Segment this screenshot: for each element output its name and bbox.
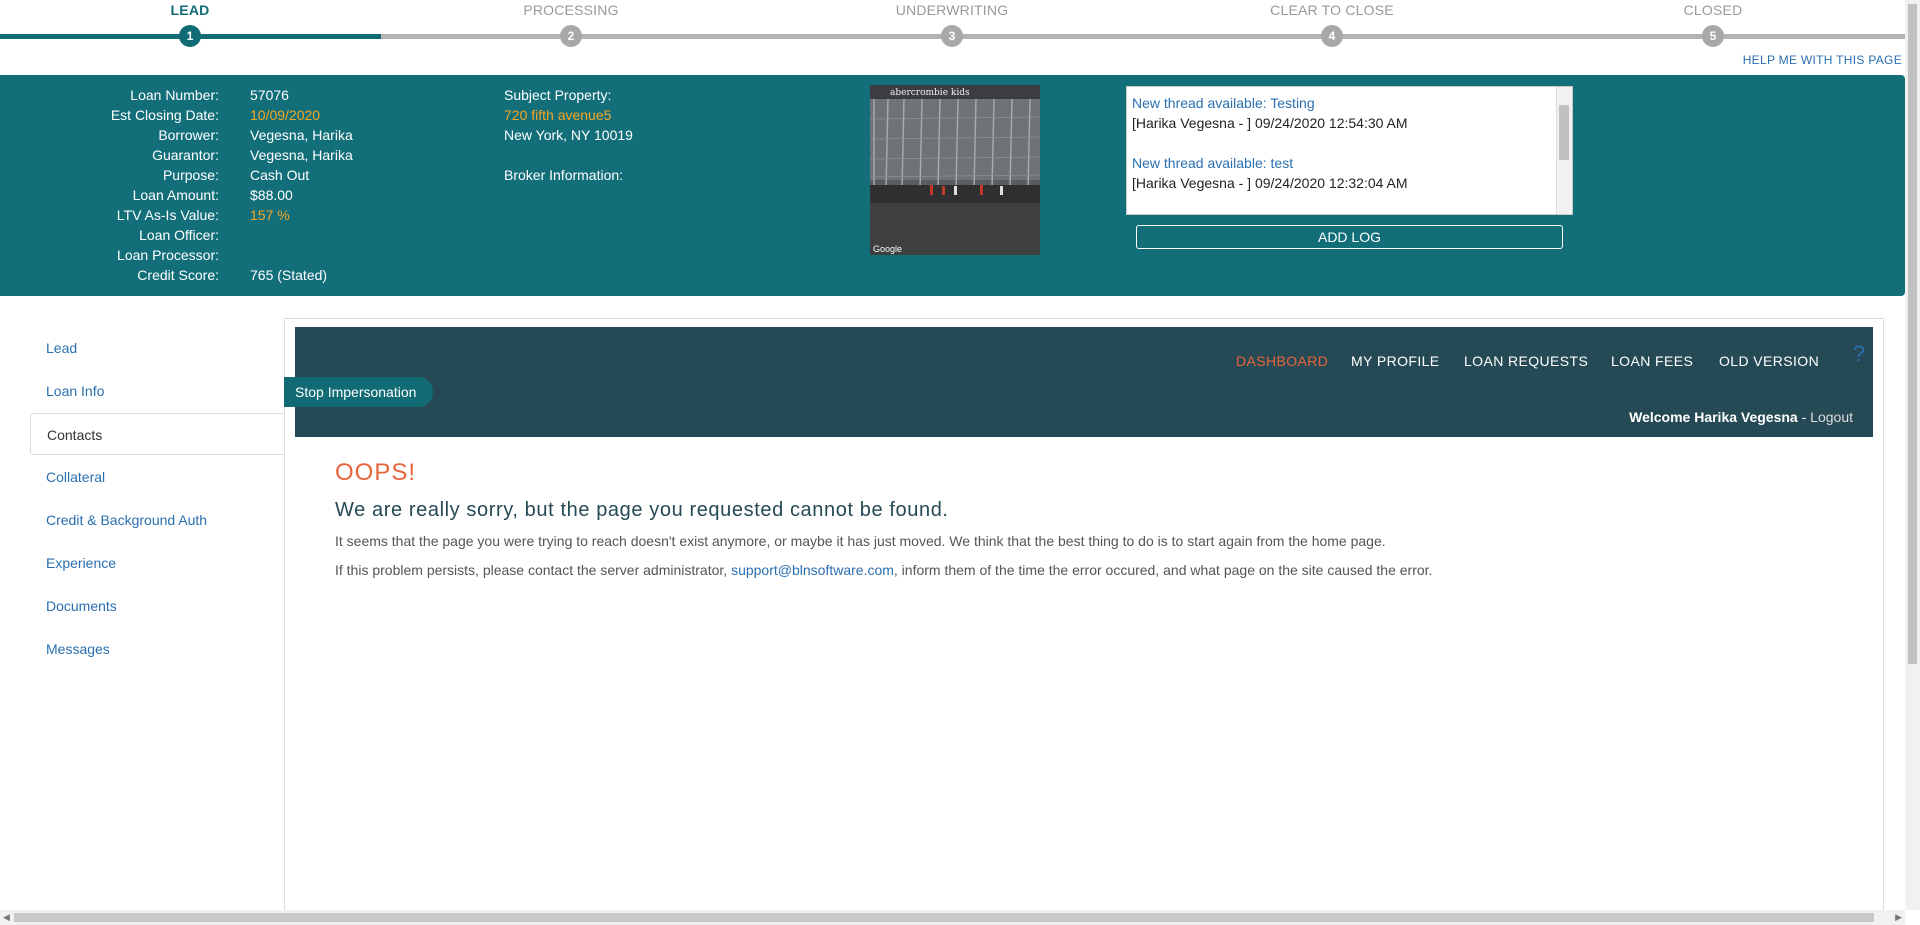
loan-amount-row: Loan Amount: xyxy=(0,185,219,205)
vertical-scrollbar-thumb[interactable] xyxy=(1908,4,1917,664)
purpose-row: Purpose: xyxy=(0,165,219,185)
step-processing[interactable]: PROCESSING 2 xyxy=(441,0,701,47)
est-closing-row: Est Closing Date: xyxy=(0,105,219,125)
welcome-separator: - xyxy=(1797,409,1811,425)
sidebar-item-loan-info[interactable]: Loan Info xyxy=(30,370,284,412)
step-number: 4 xyxy=(1321,25,1343,47)
error-oops-heading: OOPS! xyxy=(335,459,417,486)
vertical-scrollbar[interactable] xyxy=(1905,0,1920,910)
property-address-line1[interactable]: 720 fifth avenue5 xyxy=(504,105,611,125)
borrower-value: Vegesna, Harika xyxy=(250,127,353,143)
step-label: PROCESSING xyxy=(523,2,619,18)
credit-score-row: Credit Score: xyxy=(0,265,219,285)
horizontal-scrollbar[interactable]: ◀ ▶ xyxy=(0,910,1905,925)
error-paragraph-2: If this problem persists, please contact… xyxy=(335,562,1432,578)
error-paragraph-1: It seems that the page you were trying t… xyxy=(335,533,1386,549)
guarantor-value: Vegesna, Harika xyxy=(250,147,353,163)
loan-amount-value: $88.00 xyxy=(250,187,293,203)
purpose-label: Purpose: xyxy=(162,167,219,183)
sidebar-item-documents[interactable]: Documents xyxy=(30,585,284,627)
loan-summary-band: Loan Number: Est Closing Date: Borrower:… xyxy=(0,75,1905,296)
help-question-icon[interactable]: ? xyxy=(1853,341,1865,367)
loan-amount-label: Loan Amount: xyxy=(132,187,219,203)
step-lead[interactable]: LEAD 1 xyxy=(60,0,320,47)
step-label: LEAD xyxy=(170,2,210,18)
nav-old-version[interactable]: OLD VERSION xyxy=(1719,353,1819,369)
log-scrollbar[interactable] xyxy=(1556,87,1572,214)
welcome-text: Welcome Harika Vegesna xyxy=(1629,409,1798,425)
sidebar-item-experience[interactable]: Experience xyxy=(30,542,284,584)
log-entry-title[interactable]: New thread available: Testing xyxy=(1127,93,1572,113)
credit-score-label: Credit Score: xyxy=(137,267,219,283)
error-paragraph-2-start: If this problem persists, please contact… xyxy=(335,562,732,578)
sidebar-item-collateral[interactable]: Collateral xyxy=(30,456,284,498)
log-entry-title[interactable]: New thread available: test xyxy=(1127,153,1572,173)
step-label: CLOSED xyxy=(1683,2,1743,18)
stop-impersonation-button[interactable]: Stop Impersonation xyxy=(284,377,434,407)
loan-processor-label: Loan Processor: xyxy=(117,247,219,263)
step-label: UNDERWRITING xyxy=(895,2,1009,18)
street-view-image[interactable]: abercrombie kids Google xyxy=(870,85,1040,255)
sidebar-item-credit-background-auth[interactable]: Credit & Background Auth xyxy=(30,499,284,541)
sidebar-item-messages[interactable]: Messages xyxy=(30,628,284,670)
subject-property-label: Subject Property: xyxy=(504,87,612,103)
log-entry-meta: [Harika Vegesna - ] 09/24/2020 12:32:04 … xyxy=(1132,175,1408,191)
top-navigation-bar: DASHBOARD MY PROFILE LOAN REQUESTS LOAN … xyxy=(295,327,1873,437)
welcome-area: Welcome Harika Vegesna - Logout xyxy=(1629,409,1853,425)
log-scrollbar-thumb[interactable] xyxy=(1559,105,1569,160)
horizontal-scrollbar-thumb[interactable] xyxy=(14,913,1874,922)
est-closing-label: Est Closing Date: xyxy=(110,107,219,123)
activity-log-box[interactable]: New thread available: Testing [Harika Ve… xyxy=(1126,86,1573,215)
est-closing-value: 10/09/2020 xyxy=(250,107,321,123)
credit-score-value: 765 (Stated) xyxy=(250,267,328,283)
loan-officer-label: Loan Officer: xyxy=(139,227,219,243)
scroll-right-arrow-icon[interactable]: ▶ xyxy=(1895,912,1902,923)
ltv-value: 157 % xyxy=(250,207,290,223)
borrower-label: Borrower: xyxy=(158,127,219,143)
log-entry-meta: [Harika Vegesna - ] 09/24/2020 12:54:30 … xyxy=(1132,115,1408,131)
step-closed[interactable]: CLOSED 5 xyxy=(1583,0,1843,47)
progress-steps: LEAD 1 PROCESSING 2 UNDERWRITING 3 CLEAR… xyxy=(0,0,1905,62)
error-headline: We are really sorry, but the page you re… xyxy=(335,499,949,521)
step-number: 1 xyxy=(179,25,201,47)
loan-officer-row: Loan Officer: xyxy=(0,225,219,245)
add-log-button[interactable]: ADD LOG xyxy=(1136,225,1563,249)
nav-loan-fees[interactable]: LOAN FEES xyxy=(1611,353,1693,369)
broker-information-label: Broker Information: xyxy=(504,167,624,183)
loan-number-value: 57076 xyxy=(250,87,289,103)
nav-my-profile[interactable]: MY PROFILE xyxy=(1351,353,1440,369)
loan-processor-row: Loan Processor: xyxy=(0,245,219,265)
logout-link[interactable]: Logout xyxy=(1810,409,1853,425)
ltv-label: LTV As-Is Value: xyxy=(116,207,219,223)
support-email-link[interactable]: support@blnsoftware.com xyxy=(731,562,894,578)
ltv-row: LTV As-Is Value: xyxy=(0,205,219,225)
property-address-line2: New York, NY 10019 xyxy=(504,127,633,143)
guarantor-label: Guarantor: xyxy=(152,147,219,163)
sidebar-item-contacts[interactable]: Contacts xyxy=(30,413,284,455)
loan-number-label: Loan Number: xyxy=(130,87,219,103)
help-me-link[interactable]: HELP ME WITH THIS PAGE xyxy=(1743,53,1902,67)
step-number: 3 xyxy=(941,25,963,47)
step-label: CLEAR TO CLOSE xyxy=(1270,2,1394,18)
purpose-value: Cash Out xyxy=(250,167,310,183)
photo-sign-text: abercrombie kids xyxy=(890,88,970,98)
step-number: 2 xyxy=(560,25,582,47)
nav-loan-requests[interactable]: LOAN REQUESTS xyxy=(1464,353,1588,369)
step-underwriting[interactable]: UNDERWRITING 3 xyxy=(822,0,1082,47)
borrower-row: Borrower: xyxy=(0,125,219,145)
error-paragraph-2-end: , inform them of the time the error occu… xyxy=(893,562,1433,578)
nav-dashboard[interactable]: DASHBOARD xyxy=(1236,353,1328,369)
google-watermark-text: Google xyxy=(873,244,902,254)
sidebar-item-lead[interactable]: Lead xyxy=(30,327,284,369)
step-number: 5 xyxy=(1702,25,1724,47)
loan-number-row: Loan Number: xyxy=(0,85,219,105)
step-clear-to-close[interactable]: CLEAR TO CLOSE 4 xyxy=(1202,0,1462,47)
guarantor-row: Guarantor: xyxy=(0,145,219,165)
scroll-left-arrow-icon[interactable]: ◀ xyxy=(3,912,10,923)
